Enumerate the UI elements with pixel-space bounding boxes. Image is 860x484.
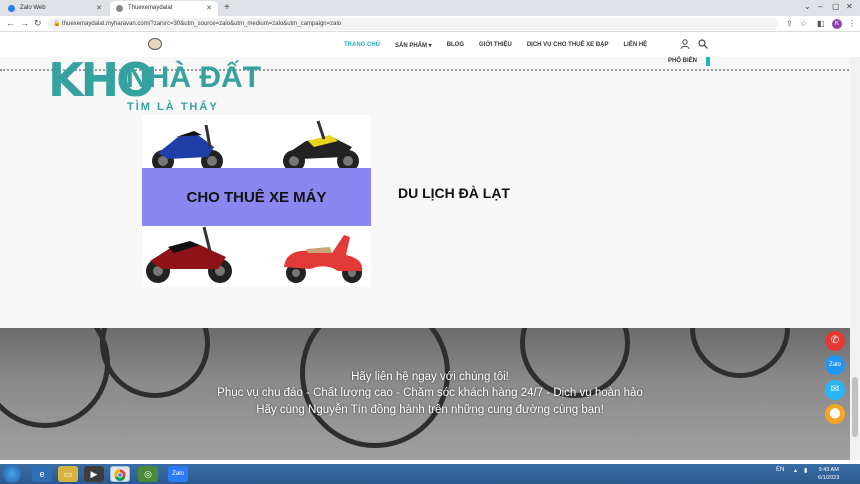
close-tab-icon[interactable]: ✕ <box>206 4 212 12</box>
section-title[interactable]: DU LỊCH ĐÀ LẠT <box>398 185 510 201</box>
share-icon[interactable]: ⇪ <box>786 19 793 28</box>
language-indicator[interactable]: EN <box>776 467 784 473</box>
side-panel-icon[interactable]: ◧ <box>817 19 825 28</box>
site-favicon-icon <box>116 5 123 12</box>
watermark-nha-dat: NHÀ ĐẤT <box>126 61 261 94</box>
banner-line-2: Phục vụ chu đáo - Chất lượng cao - Chăm … <box>217 387 643 399</box>
network-icon[interactable]: ▮ <box>804 467 807 474</box>
nav-item-contact[interactable]: LIÊN HỆ <box>624 42 648 49</box>
tab-thuexemaydalat[interactable]: Thuexemaydalat ✕ <box>110 1 218 16</box>
search-icon[interactable] <box>698 39 708 52</box>
zalo-icon: Zalo <box>829 362 841 368</box>
tab-zalo-web[interactable]: Zalo Web ✕ <box>2 1 108 16</box>
close-tab-icon[interactable]: ✕ <box>96 4 102 12</box>
chrome-icon[interactable] <box>110 466 130 482</box>
profile-avatar[interactable]: K <box>832 19 842 29</box>
tray-arrow-icon[interactable]: ▴ <box>794 467 797 474</box>
url-text: thuexemaydalat.myharavan.com/?zarsrc=30&… <box>62 21 342 27</box>
close-window-icon[interactable]: ✕ <box>846 2 853 11</box>
menu-dots-icon[interactable]: ⋮ <box>848 19 856 28</box>
promo-image-text: CHO THUÊ XE MÁY <box>186 189 327 206</box>
red-vespa-image <box>284 235 363 283</box>
zalo-favicon-icon <box>8 5 15 12</box>
mail-icon: ✉ <box>830 384 840 395</box>
minimize-icon[interactable]: – <box>818 2 822 11</box>
phone-button[interactable]: ✆ <box>825 331 845 351</box>
url-field[interactable]: 🔒 thuexemaydalat.myharavan.com/?zarsrc=3… <box>48 18 778 30</box>
user-icon[interactable] <box>680 39 690 52</box>
media-player-icon[interactable]: ▶ <box>84 466 104 482</box>
banner-line-3: Hãy cùng Nguyễn Tín đồng hành trên những… <box>256 404 604 416</box>
lock-icon: 🔒 <box>53 21 61 27</box>
nav-item-home[interactable]: TRANG CHỦ <box>344 42 380 49</box>
bookmark-star-icon[interactable]: ☆ <box>800 19 807 28</box>
page-scrollbar[interactable] <box>850 57 860 460</box>
nav-item-blog[interactable]: BLOG <box>447 42 464 49</box>
site-logo[interactable] <box>148 38 162 50</box>
mail-button[interactable]: ✉ <box>825 380 845 400</box>
back-icon[interactable]: ← <box>6 18 15 28</box>
zalo-button[interactable]: Zalo <box>825 355 845 375</box>
tab-search-icon[interactable]: ⌄ <box>804 2 811 11</box>
nav-item-products[interactable]: SẢN PHẨM ▾ <box>395 42 432 49</box>
popular-label[interactable]: PHỔ BIẾN <box>668 58 697 64</box>
start-button[interactable] <box>3 465 21 483</box>
maximize-icon[interactable]: ▢ <box>832 2 840 11</box>
nav-item-about[interactable]: GIỚI THIỆU <box>479 42 512 49</box>
yellow-motorbike-image <box>283 120 359 172</box>
scrollbar-thumb[interactable] <box>852 377 858 437</box>
clock-date: 6/1/2023 <box>818 475 840 481</box>
reload-icon[interactable]: ↻ <box>34 18 42 29</box>
ie-icon[interactable]: e <box>32 466 52 482</box>
zalo-taskbar-icon[interactable]: Zalo <box>168 466 188 482</box>
system-clock[interactable]: 9:43 AM 6/1/2023 <box>818 466 839 482</box>
tab-label: Zalo Web <box>20 5 46 11</box>
map-pin-icon: ⬤ <box>829 408 841 419</box>
popular-indicator <box>706 57 710 66</box>
map-button[interactable]: ⬤ <box>825 404 845 424</box>
app-icon[interactable]: ◎ <box>138 466 158 482</box>
os-taskbar: e ▭ ▶ ◎ Zalo EN ▴ ▮ 9:43 AM 6/1/2023 <box>0 464 860 484</box>
blue-scooter-image <box>152 124 223 172</box>
red-scooter-image <box>146 226 232 283</box>
tab-label: Thuexemaydalat <box>128 5 173 11</box>
address-bar-row: ← → ↻ 🔒 thuexemaydalat.myharavan.com/?za… <box>0 16 860 32</box>
new-tab-button[interactable]: + <box>224 2 230 13</box>
banner-line-1: Hãy liên hệ ngay với chúng tôi! <box>351 371 509 383</box>
folder-icon[interactable]: ▭ <box>58 466 78 482</box>
rental-promo-image[interactable]: CHO THUÊ XE MÁY <box>142 115 371 287</box>
forward-icon[interactable]: → <box>20 18 29 28</box>
clock-time: 9:43 AM <box>818 467 839 473</box>
main-nav: TRANG CHỦ SẢN PHẨM ▾ BLOG GIỚI THIỆU DỊC… <box>344 42 662 49</box>
phone-icon: ✆ <box>830 335 840 346</box>
nav-item-bike-rental[interactable]: DỊCH VỤ CHO THUÊ XE ĐẠP <box>527 42 609 49</box>
main-content: PHỔ BIẾN KHO NHÀ ĐẤT TÌM LÀ THẤY CHO THU… <box>0 57 860 328</box>
watermark-tagline: TÌM LÀ THẤY <box>127 101 219 113</box>
contact-banner: Hãy liên hệ ngay với chúng tôi! Phục vụ … <box>0 328 860 460</box>
browser-tab-strip: Zalo Web ✕ Thuexemaydalat ✕ + ⌄ – ▢ ✕ <box>0 0 860 16</box>
